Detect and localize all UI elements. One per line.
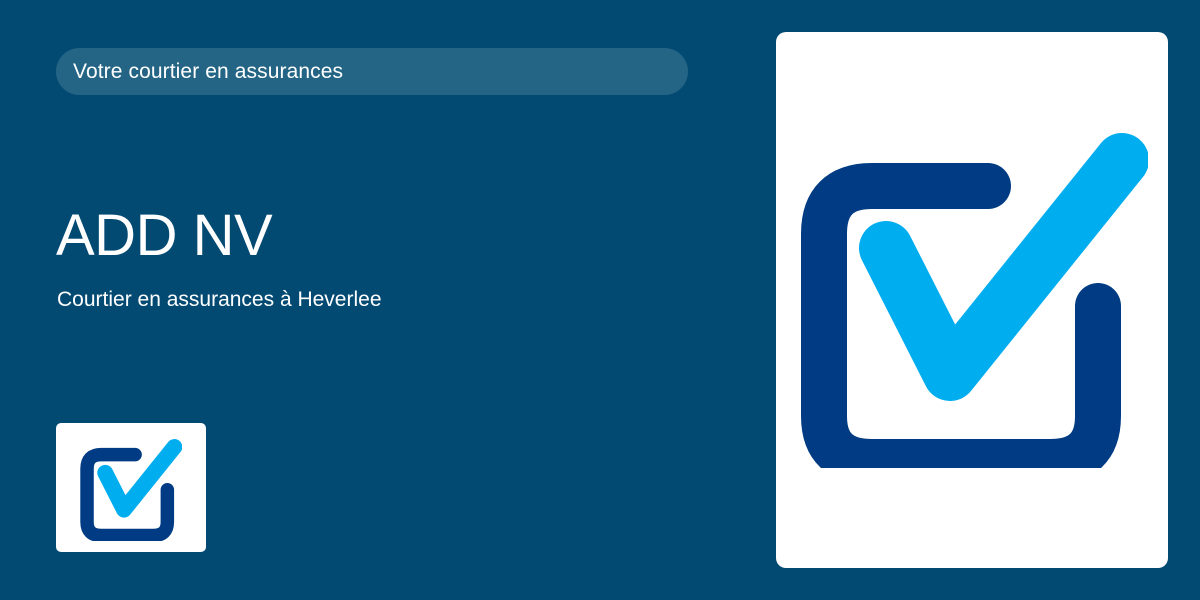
- small-logo-card: [56, 423, 206, 552]
- company-name: ADD NV: [56, 203, 273, 268]
- checkbox-check-icon-large: [801, 133, 1148, 468]
- checkbox-check-icon: [80, 439, 182, 541]
- company-subtitle: Courtier en assurances à Heverlee: [57, 288, 382, 311]
- large-logo-card: [776, 32, 1168, 568]
- tagline-badge: Votre courtier en assurances: [56, 48, 688, 95]
- tagline-text: Votre courtier en assurances: [73, 59, 344, 83]
